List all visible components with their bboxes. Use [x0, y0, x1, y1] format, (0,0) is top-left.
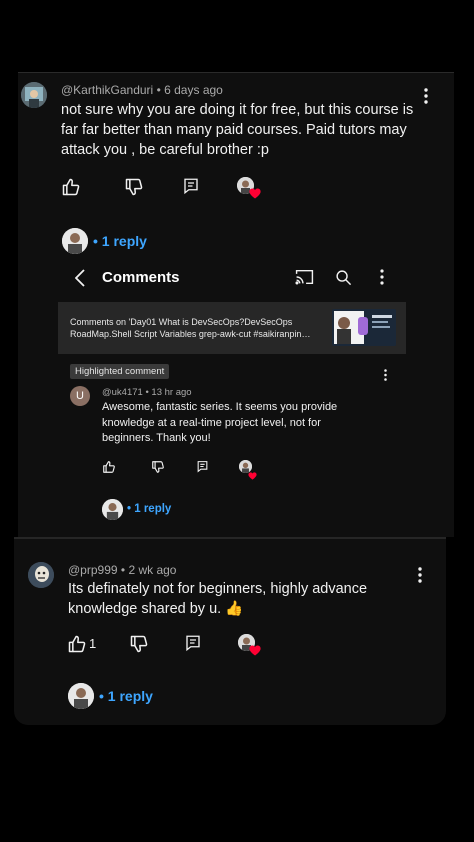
like-icon[interactable] [66, 633, 88, 655]
avatar [68, 683, 94, 709]
bullet: • [93, 233, 102, 249]
comment-author[interactable]: @uk4171 [102, 387, 143, 398]
reply-icon[interactable] [181, 176, 201, 196]
dislike-icon[interactable] [128, 633, 150, 655]
avatar [62, 228, 88, 254]
comment-meta: @uk4171 • 13 hr ago [102, 387, 192, 398]
video-title-line: Comments on 'Day01 What is DevSecOps?Dev… [70, 317, 293, 327]
comment-meta: @prp999 • 2 wk ago [68, 563, 177, 577]
reply-count-label: 1 reply [107, 688, 153, 704]
video-title-line: RoadMap.Shell Script Variables grep-awk-… [70, 329, 311, 339]
comment-time: 6 days ago [164, 83, 223, 97]
comment-text: Its definately not for beginners, highly… [68, 579, 428, 619]
heart-icon [248, 467, 257, 480]
cast-icon[interactable] [294, 268, 314, 286]
comment-line: Its definately not for beginners, highly… [68, 581, 368, 597]
heart-icon [249, 643, 261, 656]
reply-count-label: 1 reply [134, 503, 172, 515]
avatar[interactable]: U [70, 386, 90, 406]
reply-icon[interactable] [183, 633, 203, 653]
comment-line: attack you , be careful brother :p [61, 142, 269, 158]
more-vert-icon[interactable] [412, 566, 428, 584]
video-thumbnail [332, 309, 396, 346]
embedded-screenshot: Comments Comments on 'Day01 What is DevS… [58, 258, 408, 520]
bullet: • [99, 688, 108, 704]
avatar [102, 499, 123, 520]
replies-button[interactable]: • 1 reply [93, 232, 147, 250]
comment-author[interactable]: @KarthikGanduri [61, 83, 153, 97]
back-icon[interactable] [72, 268, 88, 288]
comment-line: not sure why you are doing it for free, … [61, 102, 414, 118]
replies-button[interactable]: • 1 reply [127, 502, 171, 516]
video-context-bar[interactable]: Comments on 'Day01 What is DevSecOps?Dev… [58, 302, 406, 354]
like-count: 1 [89, 636, 97, 651]
highlighted-comment-badge: Highlighted comment [70, 364, 170, 379]
like-icon[interactable] [101, 459, 117, 475]
comment-time: 2 wk ago [128, 563, 177, 577]
avatar-letter: U [76, 390, 84, 402]
search-icon[interactable] [334, 268, 352, 286]
dislike-icon[interactable] [150, 459, 166, 475]
reply-icon[interactable] [195, 459, 210, 474]
replies-button[interactable]: • 1 reply [99, 687, 153, 705]
comment-line: knowledge shared by u. 👍 [68, 601, 244, 617]
embed-header-title: Comments [102, 269, 180, 286]
bullet: • [127, 503, 135, 515]
comment-text: Awesome, fantastic series. It seems you … [102, 400, 392, 447]
video-title: Comments on 'Day01 What is DevSecOps?Dev… [70, 316, 328, 340]
avatar[interactable] [28, 562, 54, 588]
comment-line: Awesome, fantastic series. It seems you … [102, 401, 338, 413]
avatar[interactable] [21, 82, 47, 108]
like-icon[interactable] [60, 176, 82, 198]
comment-text: not sure why you are doing it for free, … [61, 100, 431, 160]
more-vert-icon[interactable] [381, 368, 389, 382]
more-vert-icon[interactable] [418, 86, 434, 106]
comment-line: far far better than many paid courses. P… [61, 122, 407, 138]
heart-icon [249, 186, 261, 199]
comment-line: knowledge at a real-time project level, … [102, 416, 321, 429]
dislike-icon[interactable] [123, 176, 145, 198]
comment-author[interactable]: @prp999 [68, 563, 118, 577]
more-vert-icon[interactable] [376, 268, 388, 286]
comment-meta: @KarthikGanduri • 6 days ago [61, 83, 223, 97]
reply-count-label: 1 reply [101, 233, 147, 249]
comment-line: beginners. Thank you! [102, 432, 211, 444]
comment-time: 13 hr ago [151, 387, 192, 398]
